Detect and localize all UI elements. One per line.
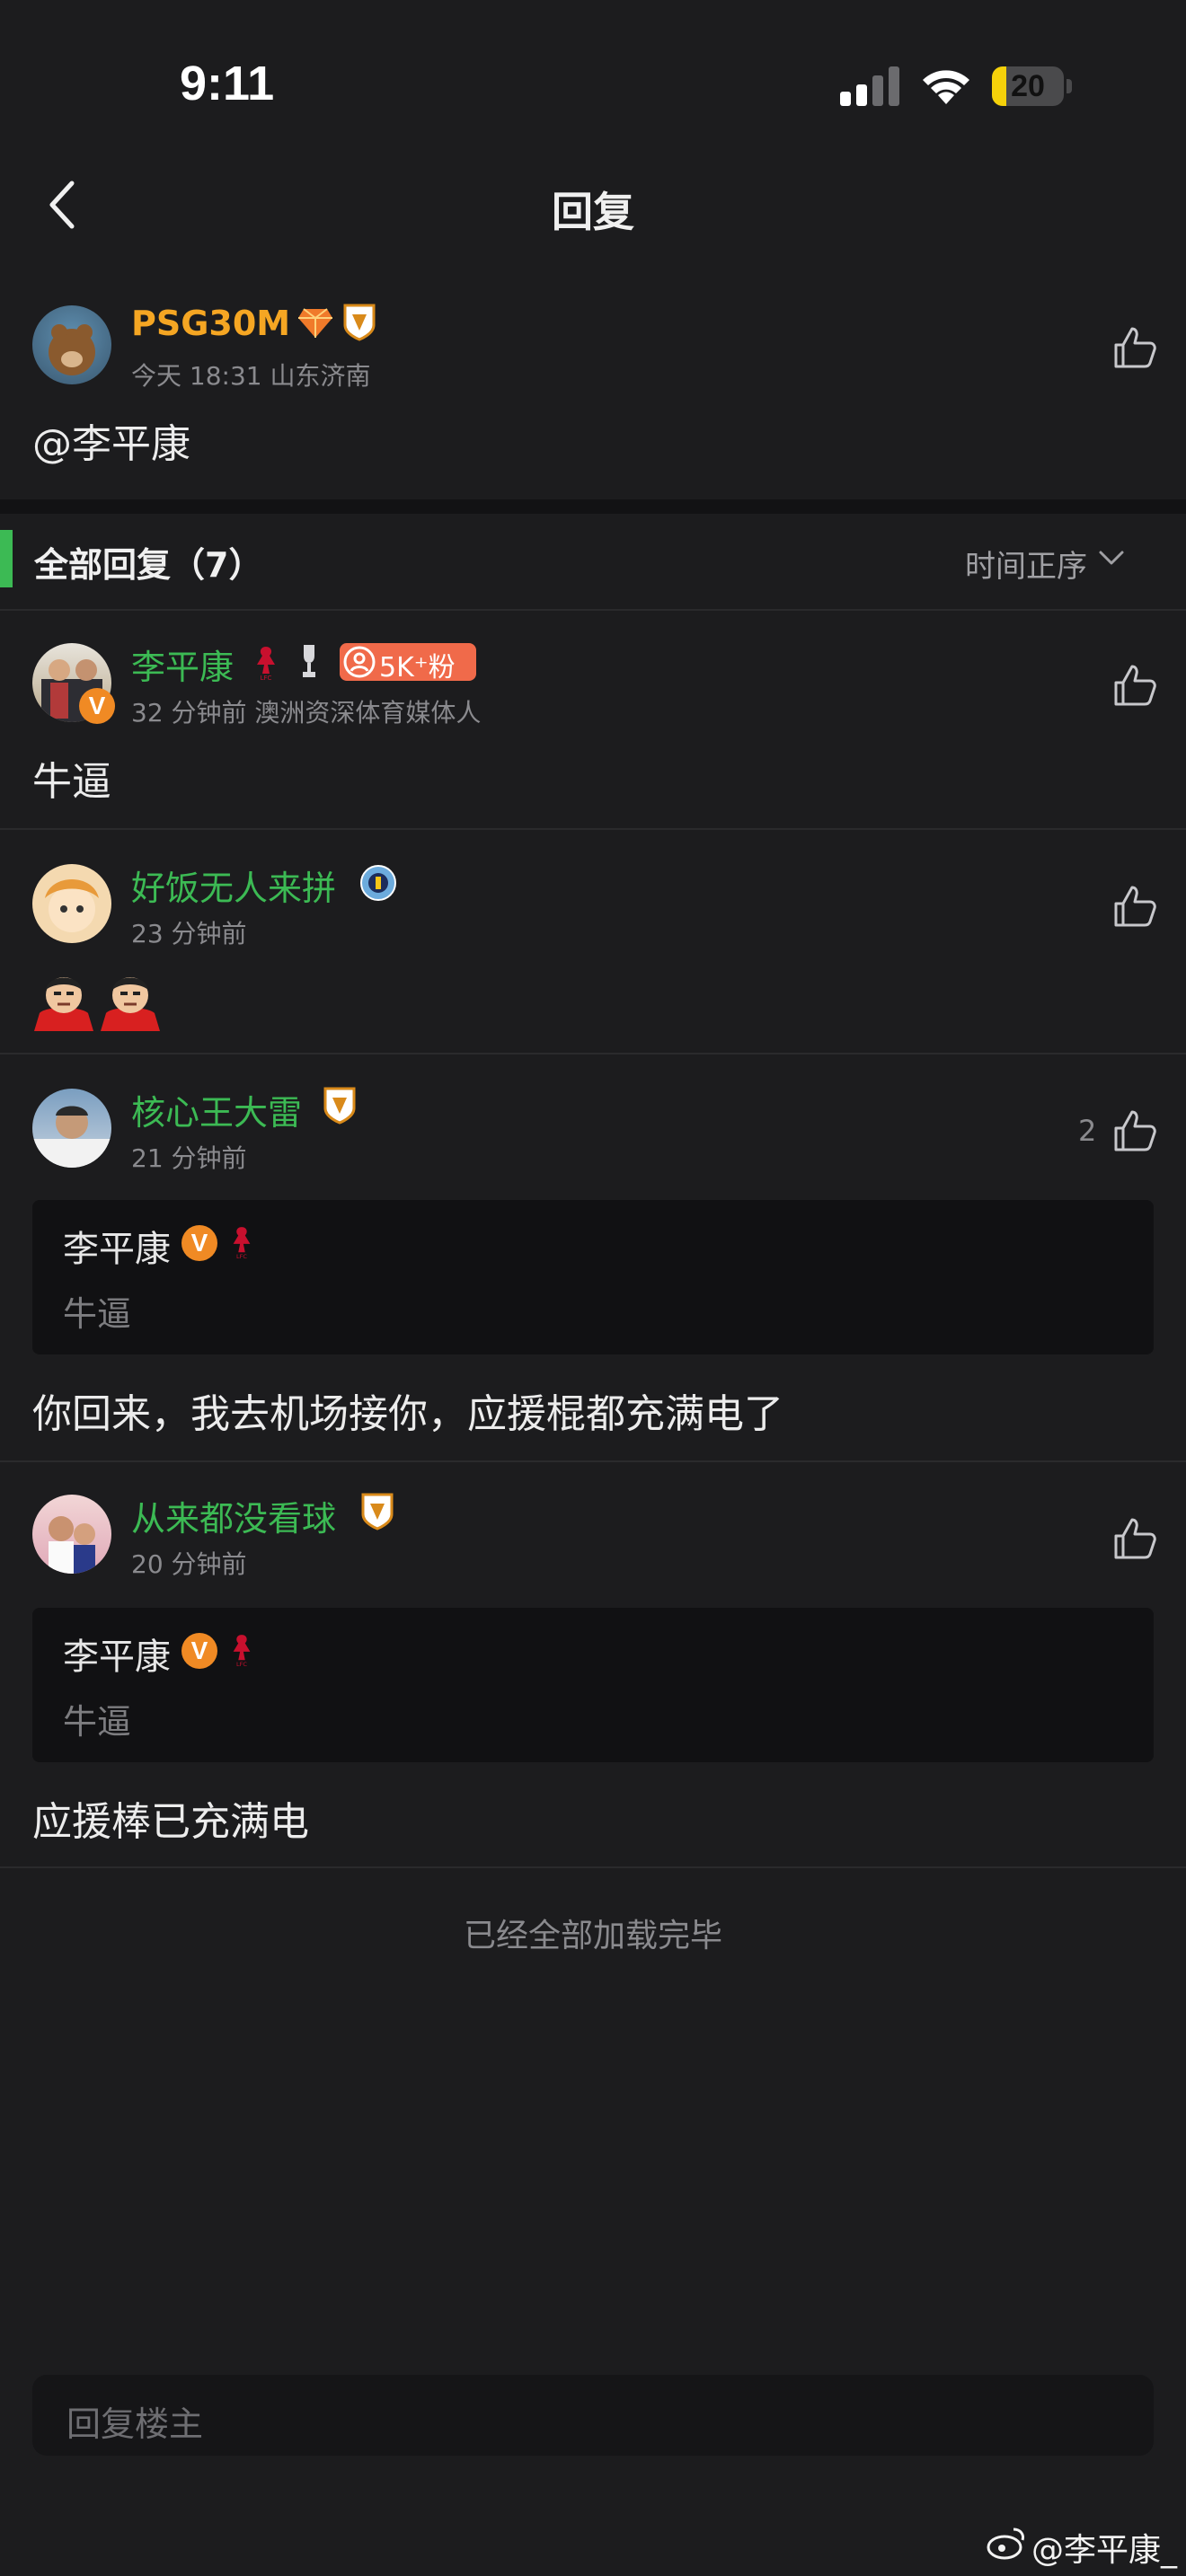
comment-text: 应援棒已充满电 bbox=[32, 1799, 309, 1845]
quoted-reply: 李平康 V LFC 牛逼 bbox=[32, 1608, 1154, 1762]
sort-toggle[interactable]: 时间正序 bbox=[965, 542, 1087, 586]
quote-text: 牛逼 bbox=[63, 1294, 132, 1334]
post-text: @李平康 bbox=[32, 421, 190, 467]
post-author[interactable]: PSG30M bbox=[131, 304, 290, 343]
comment-meta: 20 分钟前 bbox=[131, 1549, 247, 1579]
svg-text:LFC: LFC bbox=[236, 1253, 247, 1260]
comment-author[interactable]: 好饭无人来拼 bbox=[131, 860, 336, 910]
status-time: 9:11 bbox=[180, 57, 275, 110]
avatar[interactable] bbox=[32, 305, 111, 384]
comment-meta: 23 分钟前 bbox=[131, 919, 247, 948]
svg-text:LFC: LFC bbox=[261, 675, 272, 681]
like-icon[interactable] bbox=[1112, 663, 1157, 708]
reply-placeholder[interactable]: 回复楼主 bbox=[66, 2396, 203, 2446]
battery-level: 20 bbox=[1011, 69, 1045, 103]
fans-badge: 5K⁺粉 bbox=[340, 643, 476, 684]
quote-text: 牛逼 bbox=[63, 1702, 132, 1742]
quoted-reply: 李平康 V LFC 牛逼 bbox=[32, 1200, 1154, 1354]
liverpool-crest-icon: LFC bbox=[233, 1227, 251, 1260]
liverpool-crest-icon: LFC bbox=[233, 1635, 251, 1668]
battery-icon: 20 bbox=[992, 66, 1073, 106]
team-shield-icon bbox=[361, 1493, 394, 1531]
quote-author: 李平康 bbox=[63, 1229, 171, 1270]
like-icon[interactable] bbox=[1112, 1108, 1157, 1153]
comment-meta: 32 分钟前 澳洲资深体育媒体人 bbox=[131, 698, 482, 728]
load-complete-text: 已经全部加载完毕 bbox=[463, 1918, 722, 1954]
fans-badge-text: 5K⁺粉 bbox=[379, 652, 456, 684]
like-icon[interactable] bbox=[1112, 884, 1157, 929]
like-icon[interactable] bbox=[1112, 1516, 1157, 1561]
emoji-sticker-icon bbox=[34, 977, 160, 1031]
weibo-icon bbox=[987, 2527, 1024, 2560]
quote-author: 李平康 bbox=[63, 1636, 171, 1678]
verified-badge: V bbox=[181, 1633, 217, 1669]
comment-author[interactable]: 李平康 bbox=[131, 640, 234, 689]
avatar[interactable] bbox=[32, 1495, 111, 1574]
page-title: 回复 bbox=[552, 188, 634, 236]
section-accent bbox=[0, 530, 13, 587]
verified-badge: V bbox=[79, 688, 115, 724]
post-meta: 今天 18:31 山东济南 bbox=[131, 361, 371, 391]
comment-text: 你回来，我去机场接你，应援棍都充满电了 bbox=[32, 1391, 783, 1437]
chevron-down-icon[interactable] bbox=[1098, 550, 1125, 568]
section-title: 全部回复（7） bbox=[34, 545, 263, 585]
section-divider bbox=[0, 499, 1186, 514]
watermark: @李平康_ bbox=[1031, 2532, 1178, 2569]
team-shield-icon bbox=[343, 304, 376, 341]
comment-author[interactable]: 从来都没看球 bbox=[131, 1491, 336, 1540]
wifi-icon bbox=[923, 70, 969, 104]
verified-badge: V bbox=[181, 1225, 217, 1261]
liverpool-crest-icon: LFC bbox=[257, 647, 275, 681]
man-city-crest-icon bbox=[360, 865, 396, 901]
diamond-badge-icon bbox=[298, 308, 332, 338]
comment-meta: 21 分钟前 bbox=[131, 1143, 247, 1173]
comment-text: 牛逼 bbox=[32, 759, 111, 805]
avatar[interactable] bbox=[32, 864, 111, 943]
signal-icon bbox=[840, 66, 899, 106]
like-count: 2 bbox=[1078, 1114, 1097, 1148]
like-icon[interactable] bbox=[1112, 325, 1157, 370]
comment-author[interactable]: 核心王大雷 bbox=[131, 1085, 302, 1134]
team-shield-icon bbox=[323, 1087, 356, 1125]
avatar[interactable] bbox=[32, 1089, 111, 1168]
trophy-icon bbox=[303, 645, 315, 677]
svg-text:LFC: LFC bbox=[236, 1661, 247, 1668]
